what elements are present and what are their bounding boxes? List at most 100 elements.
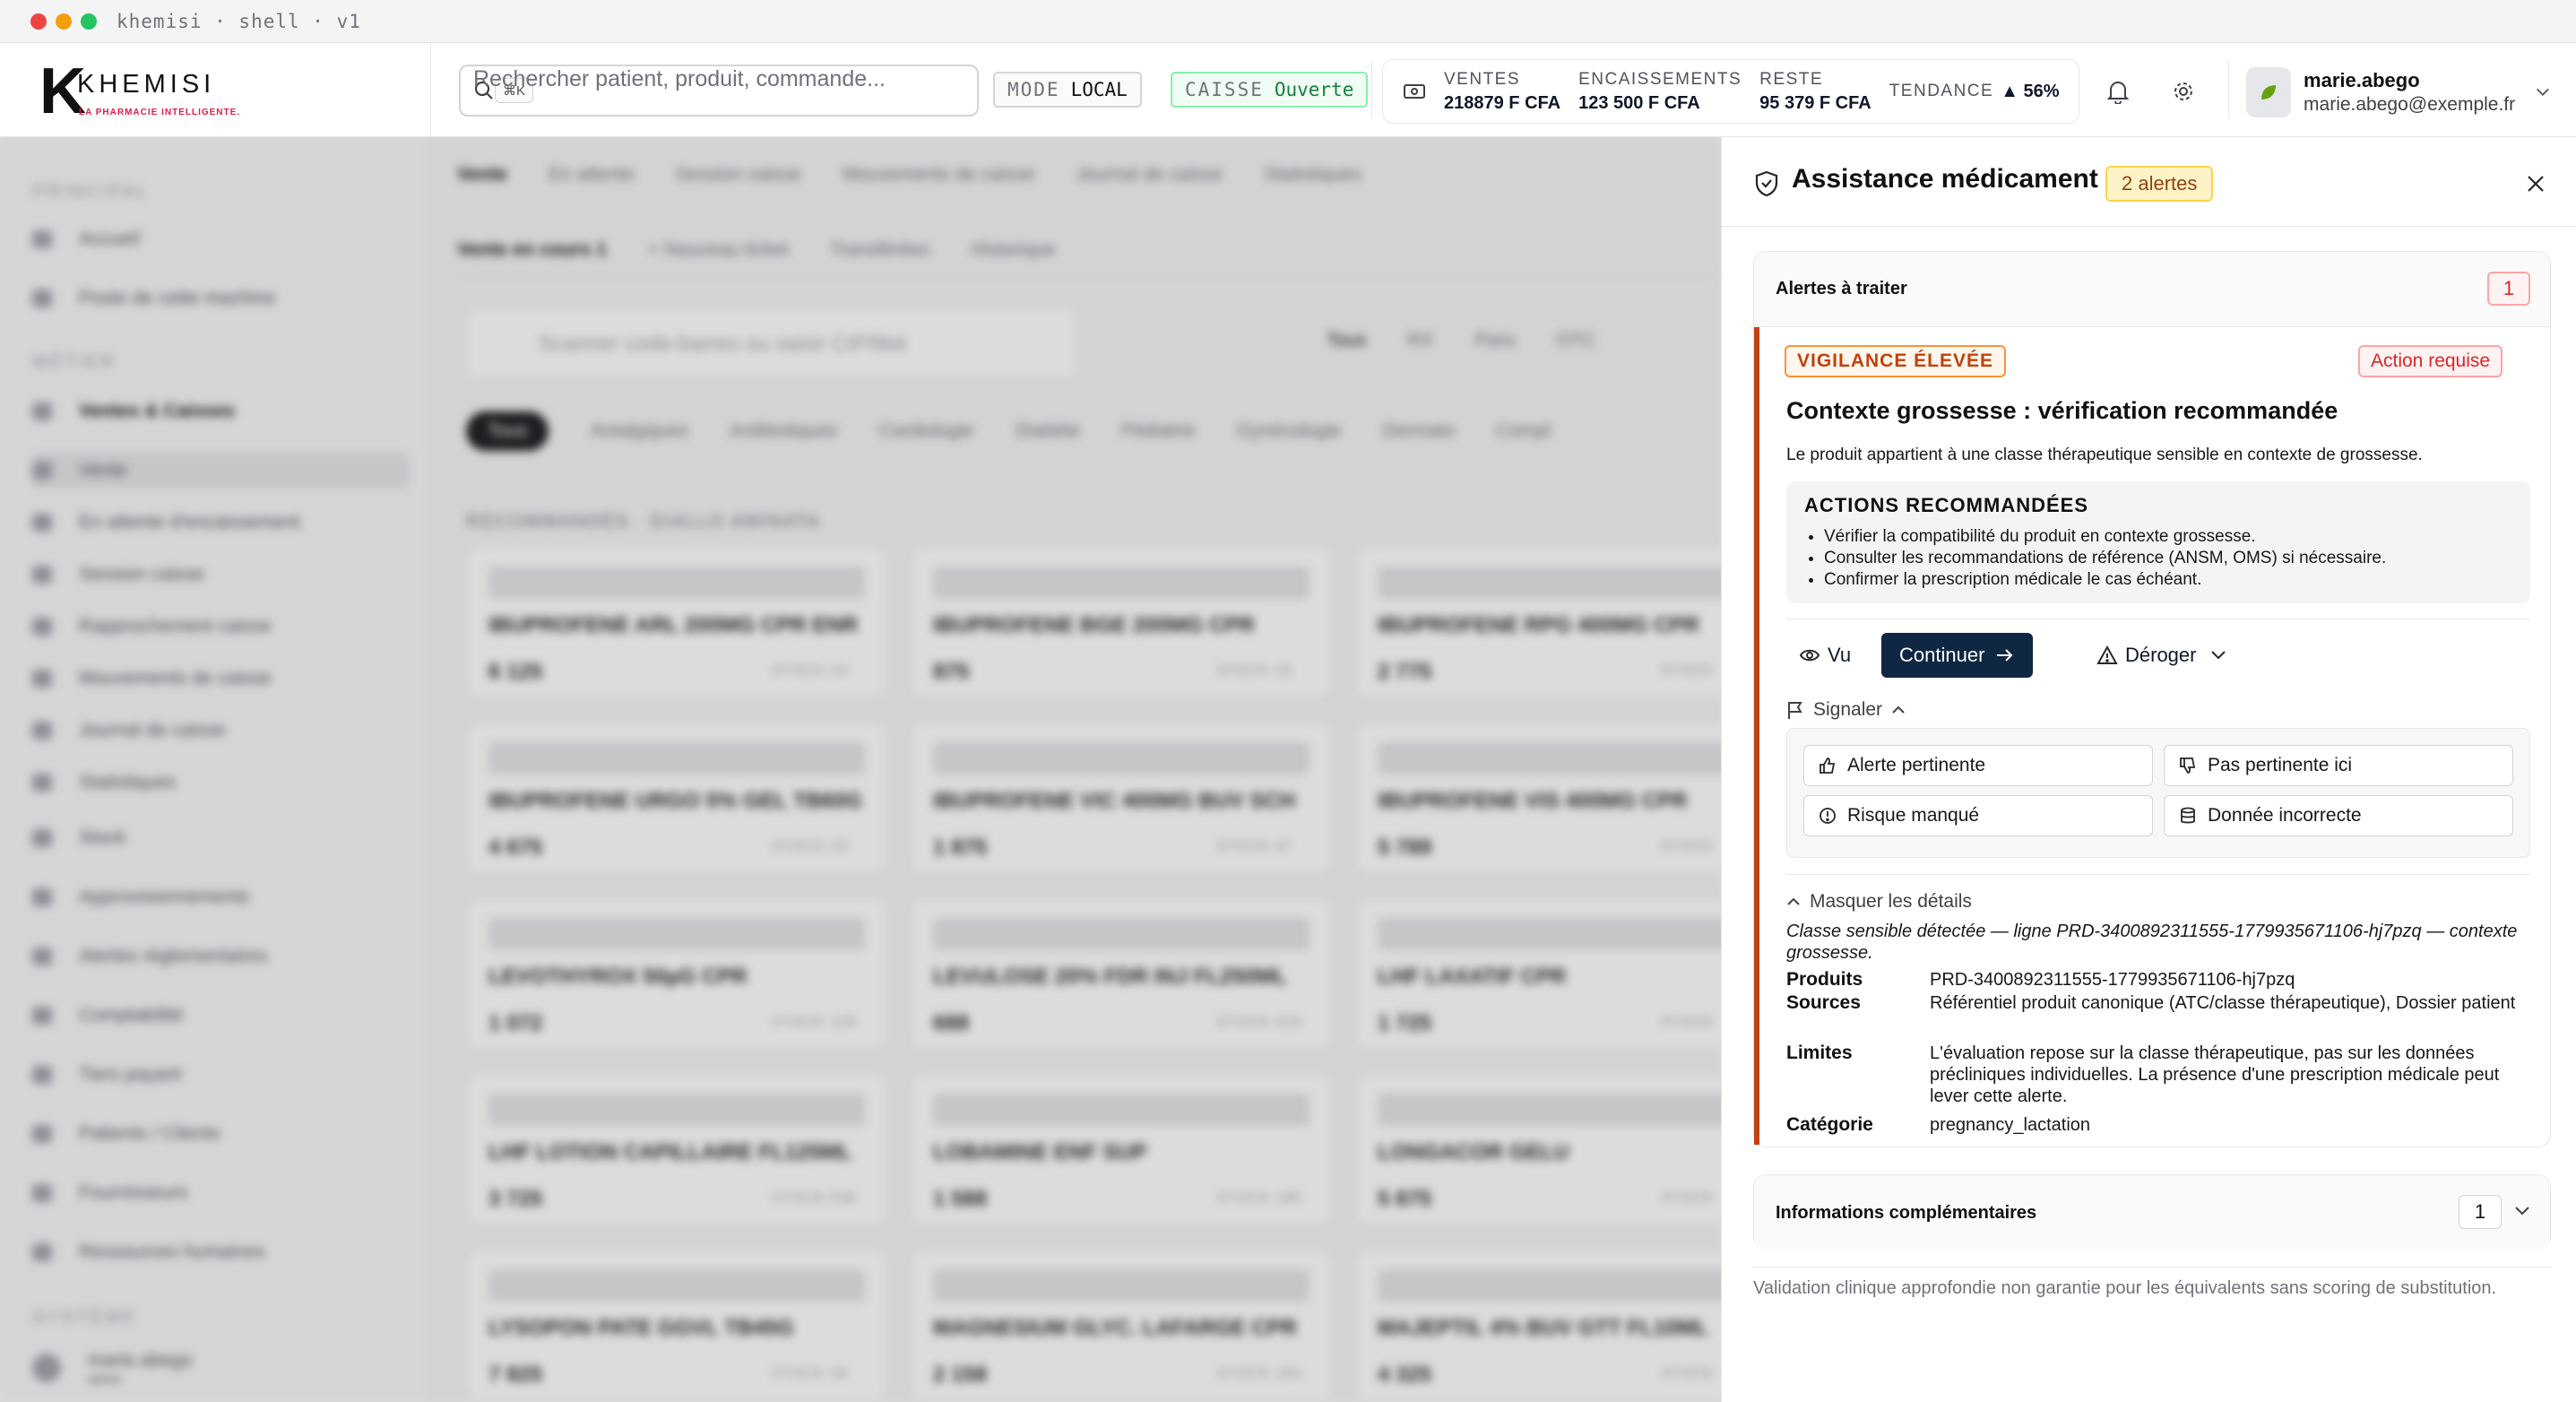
details-category-value: pregnancy_lactation: [1930, 1115, 2091, 1135]
avatar: [2246, 67, 2292, 117]
header-divider: [430, 43, 431, 137]
window-titlebar: khemisi · shell · v1: [0, 0, 2576, 43]
recommended-action-item: Confirmer la prescription médicale le ca…: [1824, 569, 2386, 591]
header-divider: [1371, 61, 1372, 118]
stat-ventes-label: VENTES: [1444, 69, 1521, 89]
stat-ventes-value: 218879 F CFA: [1444, 92, 1561, 113]
alert-count-badge: 2 alertes: [2105, 166, 2214, 202]
vigilance-level-badge: VIGILANCE ÉLEVÉE: [1785, 345, 2007, 377]
alerts-section-header[interactable]: Alertes à traiter: [1754, 252, 2550, 327]
recommended-action-item: Vérifier la compatibilité du produit en …: [1824, 526, 2386, 548]
caisse-label: CAISSE: [1185, 79, 1264, 100]
recommended-actions: ACTIONS RECOMMANDÉES Vérifier la compati…: [1786, 481, 2530, 603]
flag-icon: [1788, 702, 1802, 719]
user-email: marie.abego@exemple.fr: [2304, 94, 2516, 115]
report-option-label: Risque manqué: [1847, 805, 1980, 826]
details-limits-value: L'évaluation repose sur la classe thérap…: [1930, 1043, 2500, 1106]
mode-chip[interactable]: MODE LOCAL: [993, 72, 1142, 108]
warning-icon: [2096, 645, 2118, 664]
derogate-dropdown[interactable]: Déroger: [2086, 633, 2237, 678]
additional-info-title: Informations complémentaires: [1776, 1202, 2037, 1223]
report-relevant-button[interactable]: Alerte pertinente: [1803, 745, 2153, 786]
settings-button[interactable]: [2167, 75, 2200, 108]
bell-icon: [2106, 82, 2130, 104]
close-panel-button[interactable]: [2521, 169, 2550, 198]
alerts-section-title: Alertes à traiter: [1776, 279, 1907, 299]
minimize-window-button[interactable]: [56, 13, 72, 30]
report-toggle[interactable]: Signaler: [1786, 694, 1906, 726]
brand-logo[interactable]: K KHEMISI LA PHARMACIE INTELLIGENTE.: [39, 56, 264, 127]
report-wrong-data-button[interactable]: Donnée incorrecte: [2164, 795, 2513, 836]
seen-button-label: Vu: [1828, 644, 1852, 666]
header-divider: [2228, 61, 2229, 118]
stat-encaissements-value: 123 500 F CFA: [1578, 92, 1700, 113]
alerts-section: Alertes à traiter 1 VIGILANCE ÉLEVÉE Act…: [1753, 251, 2551, 1147]
stat-tendance-value: ▲ 56%: [2001, 81, 2060, 101]
cash-icon: [1404, 84, 1425, 99]
hide-details-label: Masquer les détails: [1810, 891, 1972, 912]
derogate-button-label: Déroger: [2125, 644, 2197, 666]
close-window-button[interactable]: [30, 13, 47, 30]
alerts-count: 1: [2487, 272, 2530, 306]
panel-title: Assistance médicament: [1792, 164, 2098, 194]
stat-reste: RESTE 95 379 F CFA: [1759, 70, 1871, 114]
sales-stats[interactable]: VENTES 218879 F CFA ENCAISSEMENTS 123 50…: [1382, 59, 2079, 124]
panel-header: Assistance médicament 2 alertes: [1722, 137, 2576, 227]
logo-tagline: LA PHARMACIE INTELLIGENTE.: [79, 108, 241, 117]
leaf-icon: [2261, 85, 2277, 100]
stat-reste-value: 95 379 F CFA: [1759, 92, 1871, 113]
stat-reste-label: RESTE: [1759, 69, 1824, 89]
chevron-up-icon: [1787, 897, 1800, 905]
shield-icon: [1755, 170, 1778, 197]
chevron-down-icon: [2537, 88, 2549, 96]
modal-backdrop[interactable]: [0, 137, 1721, 1402]
report-missed-risk-button[interactable]: Risque manqué: [1803, 795, 2153, 836]
report-option-label: Pas pertinente ici: [2208, 755, 2353, 775]
gear-icon: [2174, 82, 2192, 100]
maximize-window-button[interactable]: [81, 13, 97, 30]
details-sources-label: Sources: [1786, 992, 1861, 1013]
user-name: marie.abego: [2304, 69, 2420, 91]
eye-icon: [1799, 649, 1820, 662]
additional-info-section[interactable]: Informations complémentaires 1: [1753, 1174, 2551, 1251]
seen-button[interactable]: Vu: [1786, 633, 1863, 678]
app-header: K KHEMISI LA PHARMACIE INTELLIGENTE. Rec…: [0, 43, 2576, 156]
recommended-action-item: Consulter les recommandations de référen…: [1824, 548, 2386, 569]
global-search[interactable]: Rechercher patient, produit, commande...…: [459, 65, 1328, 156]
details-products-value: PRD-3400892311555-1779935671106-hj7pzq: [1930, 970, 2295, 990]
additional-info-header[interactable]: Informations complémentaires: [1754, 1175, 2550, 1251]
stat-encaissements: ENCAISSEMENTS 123 500 F CFA: [1578, 70, 1742, 114]
thumbs-up-icon: [1820, 757, 1836, 774]
report-option-label: Donnée incorrecte: [2208, 805, 2362, 826]
mode-value: LOCAL: [1070, 79, 1128, 100]
continue-button-label: Continuer: [1899, 644, 1985, 666]
stat-tendance: TENDANCE ▲ 56%: [1889, 82, 2060, 102]
report-options: Alerte pertinente Pas pertinente ici Ris…: [1786, 728, 2530, 858]
details-category-label: Catégorie: [1786, 1114, 1873, 1135]
chevron-down-icon: [2211, 651, 2226, 660]
drug-assistance-panel: Assistance médicament 2 alertes Alertes …: [1721, 137, 2576, 1402]
arrow-right-icon: [1997, 649, 2013, 662]
continue-button[interactable]: Continuer: [1881, 633, 2034, 678]
caisse-chip[interactable]: CAISSE Ouverte: [1171, 72, 1369, 108]
stat-ventes: VENTES 218879 F CFA: [1444, 70, 1560, 114]
details-note: Classe sensible détectée — ligne PRD-340…: [1786, 922, 2518, 963]
notifications-button[interactable]: [2102, 75, 2134, 108]
alert-description: Le produit appartient à une classe théra…: [1786, 446, 2423, 464]
caisse-status: Ouverte: [1274, 79, 1354, 100]
hide-details-toggle[interactable]: Masquer les détails: [1786, 887, 1972, 917]
action-required-badge: Action requise: [2358, 345, 2503, 377]
logo-name: KHEMISI: [77, 70, 216, 99]
divider: [1786, 874, 2530, 875]
alert-title: Contexte grossesse : vérification recomm…: [1786, 397, 2338, 424]
details-limits-label: Limites: [1786, 1043, 1853, 1063]
recommended-actions-title: ACTIONS RECOMMANDÉES: [1804, 494, 2089, 516]
user-menu[interactable]: marie.abego marie.abego@exemple.fr: [2246, 66, 2551, 118]
database-icon: [2181, 807, 2195, 824]
main-area: PRINCIPAL Accueil Poste de cette machine…: [0, 137, 2576, 1402]
mode-label: MODE: [1007, 79, 1060, 100]
additional-info-count: 1: [2459, 1195, 2502, 1229]
chevron-down-icon: [2515, 1207, 2529, 1216]
thumbs-down-icon: [2180, 757, 2196, 774]
report-not-relevant-button[interactable]: Pas pertinente ici: [2164, 745, 2513, 786]
